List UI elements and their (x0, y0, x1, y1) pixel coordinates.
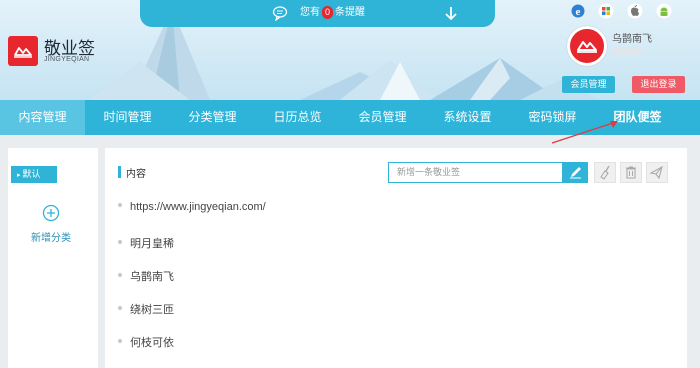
list-item[interactable]: 何枝可依 (118, 334, 174, 350)
list-item[interactable]: 明月皇稀 (118, 235, 174, 251)
nav-item-settings[interactable]: 系统设置 (425, 100, 510, 135)
username: 乌鹊南飞 (612, 34, 652, 45)
nav-item-lock[interactable]: 密码锁屏 (510, 100, 595, 135)
list-item[interactable]: 乌鹊南飞 (118, 268, 174, 284)
header: 敬业签 JINGYEQIAN 您有 0 条提醒 e 乌鹊南飞 会员管理 退出登录 (0, 0, 700, 100)
logout-button[interactable]: 退出登录 (632, 76, 685, 93)
logo-subtitle: JINGYEQIAN (44, 56, 90, 63)
paper-plane-icon (649, 165, 663, 180)
add-category-icon[interactable] (42, 204, 60, 222)
notification-text: 您有 0 条提醒 (300, 6, 366, 19)
content-title: 内容 (126, 169, 146, 180)
main-nav: 内容管理 时间管理 分类管理 日历总览 会员管理 系统设置 密码锁屏 团队便签 (0, 100, 700, 135)
bullet-icon (118, 273, 122, 278)
windows-icon[interactable] (598, 3, 614, 19)
arrow-down-icon[interactable] (443, 5, 459, 22)
bullet-icon (118, 203, 122, 208)
member-management-button[interactable]: 会员管理 (562, 76, 615, 93)
chat-bubble-icon (272, 6, 288, 21)
android-icon[interactable] (656, 3, 672, 19)
trash-icon (626, 166, 636, 179)
sidebar-item-default[interactable]: 默认 (11, 166, 57, 183)
svg-text:e: e (576, 6, 581, 18)
apple-icon[interactable] (627, 3, 643, 19)
ie-icon[interactable]: e (570, 3, 586, 19)
bullet-icon (118, 306, 122, 311)
nav-item-calendar[interactable]: 日历总览 (255, 100, 340, 135)
send-button[interactable] (646, 162, 668, 183)
nav-item-category[interactable]: 分类管理 (170, 100, 255, 135)
nav-item-team[interactable]: 团队便签 (595, 100, 680, 135)
clear-button[interactable] (594, 162, 616, 183)
avatar[interactable] (567, 26, 607, 66)
nav-item-content[interactable]: 内容管理 (0, 100, 85, 135)
new-note-input[interactable]: 新增一条敬业签 (388, 162, 563, 183)
user-detail-placeholder (612, 47, 642, 55)
logo-icon (8, 36, 38, 66)
add-category-label[interactable]: 新增分类 (31, 229, 71, 244)
brush-icon (600, 165, 610, 180)
notification-count-badge: 0 (322, 6, 334, 19)
nav-item-time[interactable]: 时间管理 (85, 100, 170, 135)
notification-bar[interactable]: 您有 0 条提醒 (140, 0, 495, 27)
nav-item-member[interactable]: 会员管理 (340, 100, 425, 135)
pencil-icon (570, 167, 581, 179)
delete-button[interactable] (620, 162, 642, 183)
bullet-icon (118, 339, 122, 344)
edit-button[interactable] (563, 162, 588, 183)
list-item[interactable]: https://www.jingyeqian.com/ (118, 201, 266, 213)
bullet-icon (118, 240, 122, 245)
list-item[interactable]: 绕树三匝 (118, 301, 174, 317)
title-accent-bar (118, 166, 121, 178)
